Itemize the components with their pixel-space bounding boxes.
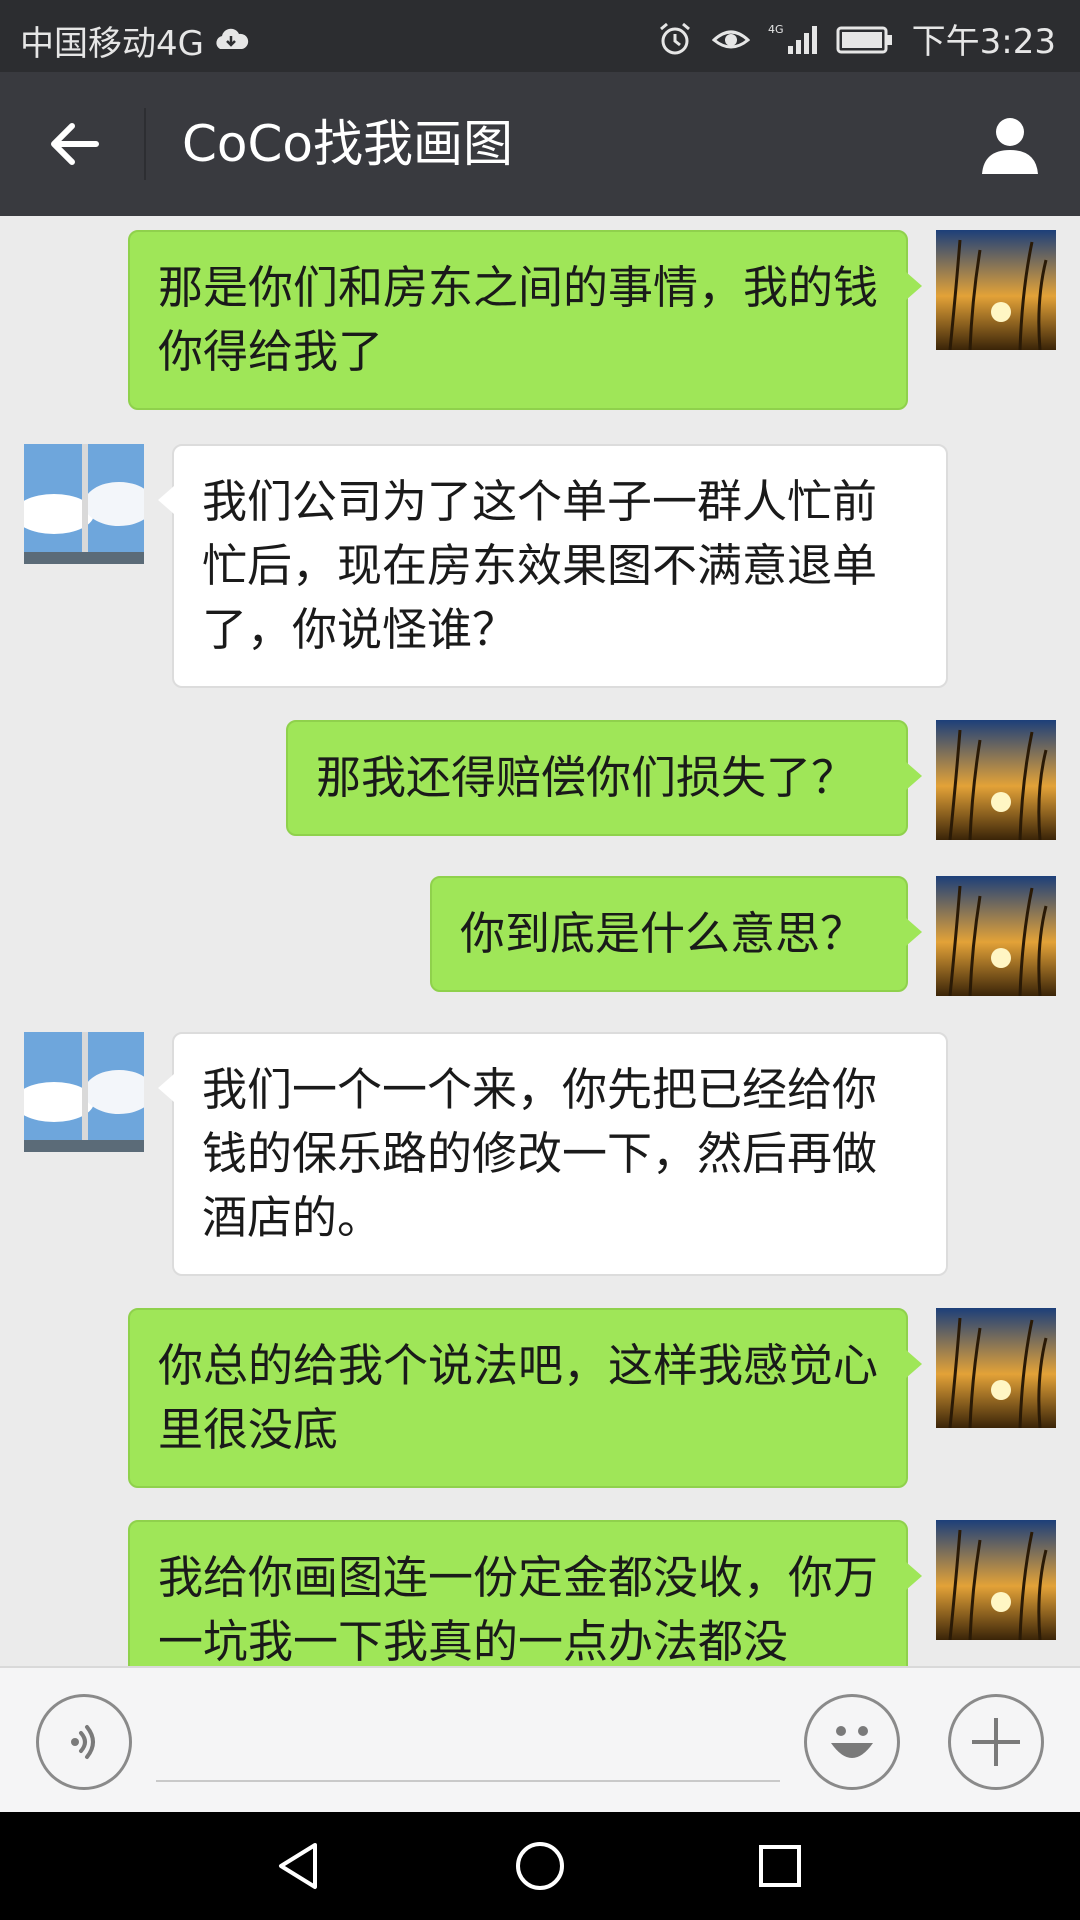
back-button[interactable]	[38, 108, 110, 180]
avatar-self[interactable]	[936, 230, 1056, 350]
alarm-icon	[656, 20, 694, 58]
voice-icon	[71, 1725, 95, 1759]
message-list[interactable]: 那是你们和房东之间的事情，我的钱你得给我了 我们公司为了这个单子一群人忙前忙后，…	[0, 216, 1080, 1666]
clock-time: 下午3:23	[911, 22, 1056, 62]
avatar-self[interactable]	[936, 720, 1056, 840]
status-left: 中国移动4G	[20, 16, 250, 65]
chat-info-button[interactable]	[974, 108, 1046, 180]
avatar-self[interactable]	[936, 1520, 1056, 1640]
message-bubble-contact[interactable]: 我们一个一个来，你先把已经给你钱的保乐路的修改一下，然后再做酒店的。	[158, 1032, 948, 1276]
avatar-contact[interactable]	[24, 444, 144, 564]
svg-text:4G: 4G	[768, 23, 784, 36]
nav-home-button[interactable]	[508, 1834, 572, 1898]
message-bubble-contact[interactable]: 我们公司为了这个单子一群人忙前忙后，现在房东效果图不满意退单了，你说怪谁？	[158, 444, 948, 688]
eye-icon	[711, 20, 750, 58]
status-right: 4G 下午3:23	[656, 14, 1056, 63]
arrow-left-icon	[51, 123, 99, 165]
voice-button[interactable]	[36, 1694, 132, 1790]
avatar-self[interactable]	[936, 876, 1056, 996]
avatar-self[interactable]	[936, 1308, 1056, 1428]
chat-header: CoCo找我画图	[0, 72, 1080, 216]
nav-recents-button[interactable]	[748, 1834, 812, 1898]
triangle-back-icon	[279, 1843, 317, 1889]
plus-icon	[972, 1718, 1020, 1766]
header-divider	[144, 108, 146, 180]
chat-title: CoCo找我画图	[182, 115, 514, 173]
person-icon	[982, 118, 1038, 174]
emoji-icon	[831, 1726, 873, 1758]
message-bubble-self[interactable]: 那是你们和房东之间的事情，我的钱你得给我了	[128, 230, 922, 410]
input-bar	[0, 1666, 1080, 1812]
message-bubble-self[interactable]: 你到底是什么意思？	[430, 876, 922, 992]
message-input[interactable]	[156, 1708, 780, 1782]
signal-icon: 4G	[768, 20, 818, 58]
avatar-contact[interactable]	[24, 1032, 144, 1152]
status-bar: 中国移动4G 4G 下午3:23	[0, 0, 1080, 72]
message-bubble-self[interactable]: 我给你画图连一份定金都没收，你万一坑我一下我真的一点办法都没	[128, 1520, 922, 1666]
carrier-label: 中国移动4G	[20, 24, 204, 64]
cloud-icon	[212, 22, 250, 60]
message-bubble-self[interactable]: 那我还得赔偿你们损失了？	[286, 720, 922, 836]
emoji-button[interactable]	[804, 1694, 900, 1790]
battery-icon	[836, 20, 894, 58]
more-button[interactable]	[948, 1694, 1044, 1790]
system-nav-bar	[0, 1812, 1080, 1920]
square-recents-icon	[759, 1845, 801, 1887]
circle-home-icon	[516, 1842, 564, 1890]
message-bubble-self[interactable]: 你总的给我个说法吧，这样我感觉心里很没底	[128, 1308, 922, 1488]
nav-back-button[interactable]	[268, 1834, 332, 1898]
